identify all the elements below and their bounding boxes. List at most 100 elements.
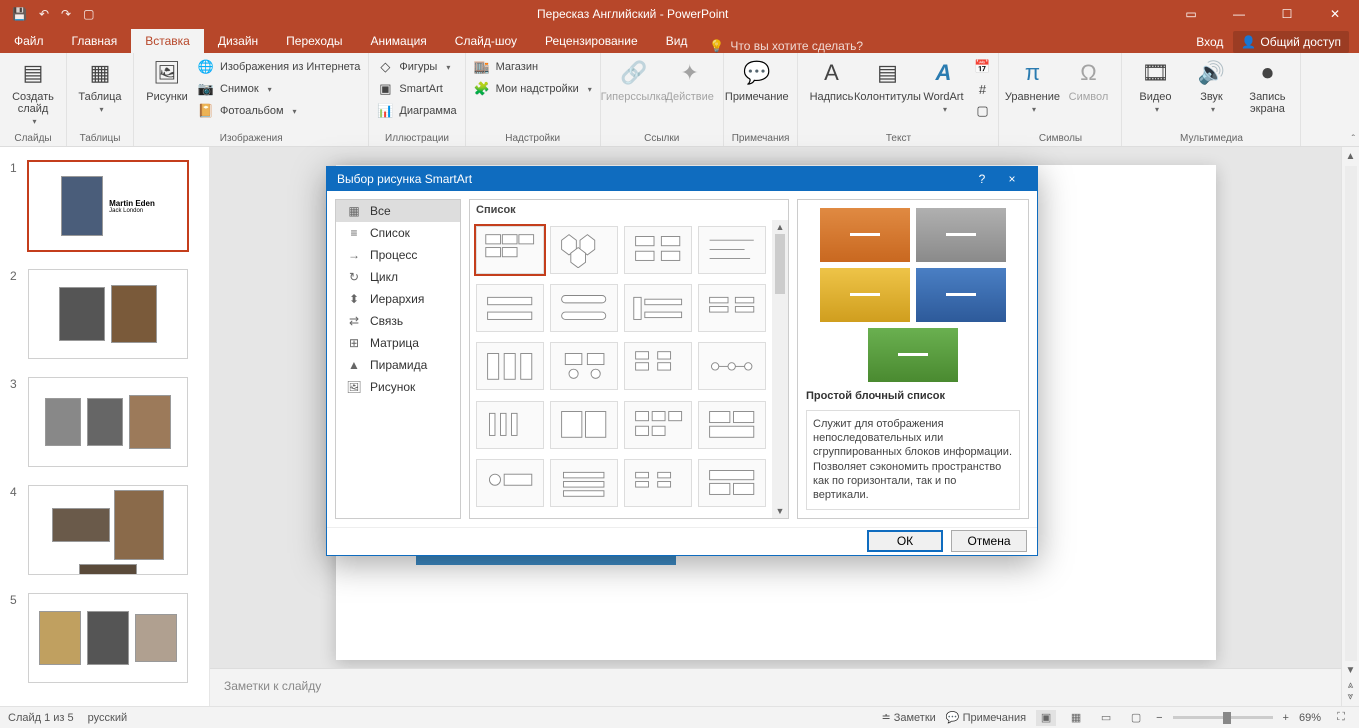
slide-indicator[interactable]: Слайд 1 из 5 (8, 712, 74, 724)
shapes-button[interactable]: ◇Фигуры (377, 57, 456, 77)
zoom-out-icon[interactable]: − (1156, 712, 1162, 724)
equation-button[interactable]: πУравнение (1007, 57, 1057, 114)
slideshow-view-icon[interactable]: ▢ (1126, 710, 1146, 726)
tab-review[interactable]: Рецензирование (531, 29, 652, 53)
comments-toggle[interactable]: 💬 Примечания (946, 711, 1026, 724)
tab-insert[interactable]: Вставка (131, 29, 204, 53)
smartart-option[interactable] (698, 459, 766, 507)
smartart-option[interactable] (698, 401, 766, 449)
tab-home[interactable]: Главная (58, 29, 132, 53)
language-indicator[interactable]: русский (88, 712, 127, 724)
tell-me[interactable]: 💡 Что вы хотите сделать? (701, 39, 1196, 53)
sign-in-link[interactable]: Вход (1196, 35, 1223, 49)
textbox-button[interactable]: AНадпись (806, 57, 856, 103)
notes-toggle[interactable]: ≐ Заметки (881, 711, 935, 724)
redo-icon[interactable]: ↷ (61, 7, 71, 21)
smartart-option[interactable] (624, 284, 692, 332)
tab-slideshow[interactable]: Слайд-шоу (441, 29, 531, 53)
slide-thumb-3[interactable] (28, 377, 188, 467)
chart-button[interactable]: 📊Диаграмма (377, 101, 456, 121)
scroll-up-icon[interactable]: ▲ (776, 222, 785, 232)
smartart-option[interactable] (550, 342, 618, 390)
tab-file[interactable]: Файл (0, 29, 58, 53)
scroll-down-icon[interactable]: ▼ (1346, 665, 1356, 676)
notes-pane[interactable]: Заметки к слайду (210, 668, 1341, 706)
tab-design[interactable]: Дизайн (204, 29, 272, 53)
slide-thumb-1[interactable]: Martin Eden Jack London (28, 161, 188, 251)
smartart-option[interactable] (624, 226, 692, 274)
reading-view-icon[interactable]: ▭ (1096, 710, 1116, 726)
slide-thumb-4[interactable] (28, 485, 188, 575)
collapse-ribbon-icon[interactable]: ˆ (1352, 134, 1355, 145)
start-from-beginning-icon[interactable]: ▢ (83, 7, 94, 21)
wordart-button[interactable]: AWordArt (918, 57, 968, 114)
smartart-option[interactable] (476, 284, 544, 332)
cancel-button[interactable]: Отмена (951, 530, 1027, 552)
smartart-option[interactable] (550, 459, 618, 507)
slide-thumb-5[interactable] (28, 593, 188, 683)
smartart-option[interactable] (550, 284, 618, 332)
zoom-slider[interactable] (1173, 716, 1273, 719)
smartart-option[interactable] (698, 226, 766, 274)
maximize-button[interactable]: ☐ (1267, 7, 1307, 21)
sorter-view-icon[interactable]: ▦ (1066, 710, 1086, 726)
tab-animations[interactable]: Анимация (356, 29, 440, 53)
photo-album-button[interactable]: 📔Фотоальбом (198, 101, 360, 121)
ok-button[interactable]: ОК (867, 530, 943, 552)
save-icon[interactable]: 💾 (12, 7, 27, 21)
audio-button[interactable]: 🔊Звук (1186, 57, 1236, 114)
cat-process[interactable]: →Процесс (336, 244, 460, 266)
gallery-scrollbar[interactable]: ▲ ▼ (772, 220, 788, 518)
smartart-button[interactable]: ▣SmartArt (377, 79, 456, 99)
smartart-option[interactable] (624, 342, 692, 390)
undo-icon[interactable]: ↶ (39, 7, 49, 21)
dialog-close-button[interactable]: × (997, 172, 1027, 186)
pictures-button[interactable]: 🖼Рисунки (142, 57, 192, 103)
scroll-down-icon[interactable]: ▼ (776, 506, 785, 516)
normal-view-icon[interactable]: ▣ (1036, 710, 1056, 726)
smartart-option[interactable] (698, 284, 766, 332)
comment-button[interactable]: 💬Примечание (732, 57, 782, 103)
scroll-thumb[interactable] (775, 234, 785, 294)
smartart-option[interactable] (550, 401, 618, 449)
table-button[interactable]: ▦Таблица (75, 57, 125, 114)
smartart-option[interactable] (476, 226, 544, 274)
cat-relationship[interactable]: ⇄Связь (336, 310, 460, 332)
cat-matrix[interactable]: ⊞Матрица (336, 332, 460, 354)
scroll-up-icon[interactable]: ▲ (1346, 151, 1356, 162)
smartart-option[interactable] (698, 342, 766, 390)
dialog-title-bar[interactable]: Выбор рисунка SmartArt ? × (327, 167, 1037, 191)
smartart-option[interactable] (624, 401, 692, 449)
vertical-scrollbar[interactable]: ▲ ▼ ⩓ ⩔ (1341, 147, 1359, 706)
zoom-in-icon[interactable]: + (1283, 712, 1289, 724)
online-pictures-button[interactable]: 🌐Изображения из Интернета (198, 57, 360, 77)
screen-recording-button[interactable]: ⏺Запись экрана (1242, 57, 1292, 115)
share-button[interactable]: 👤 Общий доступ (1233, 31, 1349, 53)
next-slide-icon[interactable]: ⩔ (1348, 691, 1354, 702)
slide-thumb-2[interactable] (28, 269, 188, 359)
dialog-help-button[interactable]: ? (967, 172, 997, 186)
slide-number-button[interactable]: # (974, 79, 990, 99)
smartart-option[interactable] (624, 459, 692, 507)
screenshot-button[interactable]: 📷Снимок (198, 79, 360, 99)
cat-hierarchy[interactable]: ⬍Иерархия (336, 288, 460, 310)
cat-pyramid[interactable]: ▲Пирамида (336, 354, 460, 376)
scroll-track[interactable] (1345, 166, 1357, 661)
header-footer-button[interactable]: ▤Колонтитулы (862, 57, 912, 103)
smartart-option[interactable] (476, 401, 544, 449)
ribbon-options-icon[interactable]: ▭ (1171, 7, 1211, 21)
tab-view[interactable]: Вид (652, 29, 702, 53)
tab-transitions[interactable]: Переходы (272, 29, 356, 53)
prev-slide-icon[interactable]: ⩓ (1348, 680, 1354, 691)
slide-thumbnail-panel[interactable]: 1 Martin Eden Jack London 2 3 (0, 147, 210, 706)
date-time-button[interactable]: 📅 (974, 57, 990, 77)
store-button[interactable]: 🏬Магазин (474, 57, 592, 77)
cat-picture[interactable]: 🖼Рисунок (336, 376, 460, 398)
cat-all[interactable]: ▦Все (336, 200, 460, 222)
cat-list[interactable]: ≡Список (336, 222, 460, 244)
zoom-level[interactable]: 69% (1299, 712, 1321, 724)
video-button[interactable]: 🎞Видео (1130, 57, 1180, 114)
fit-to-window-icon[interactable]: ⛶ (1331, 710, 1351, 726)
smartart-option[interactable] (476, 342, 544, 390)
new-slide-button[interactable]: ▤Создать слайд (8, 57, 58, 126)
